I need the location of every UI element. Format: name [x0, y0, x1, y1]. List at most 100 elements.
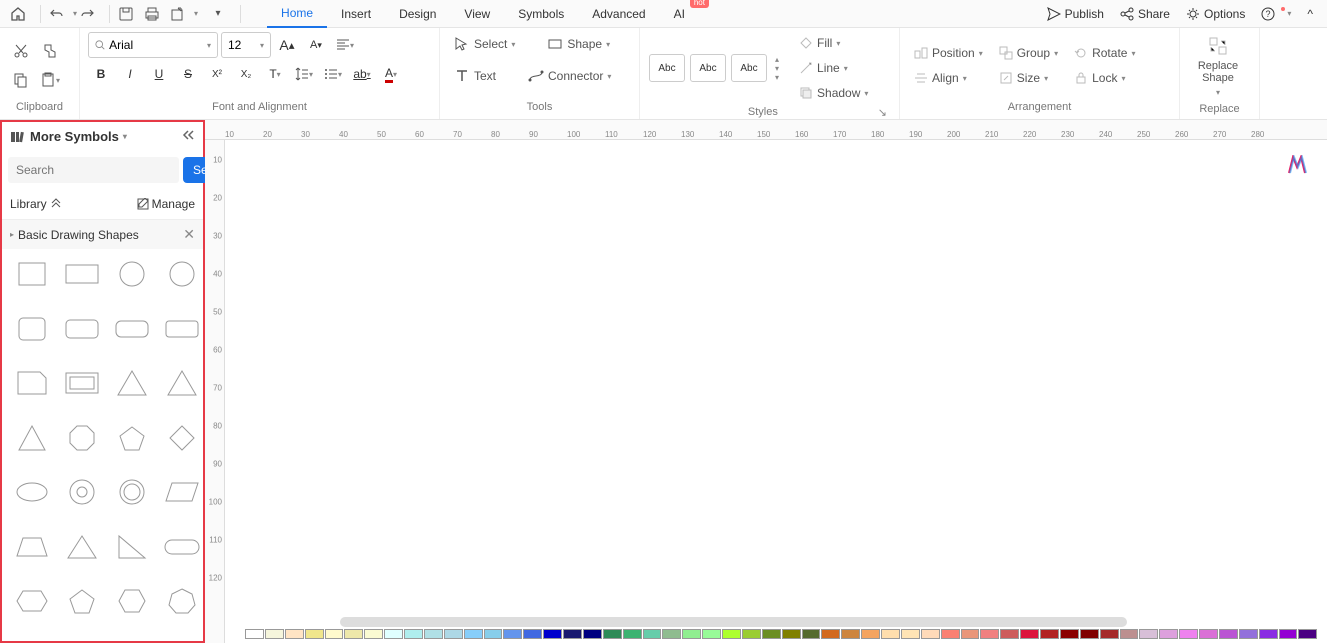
color-swatch[interactable] [881, 629, 900, 639]
bullets-icon[interactable]: ▾ [320, 61, 346, 87]
font-color-icon[interactable]: A▾ [378, 61, 404, 87]
category-close-icon[interactable]: ✕ [183, 226, 195, 243]
color-swatch[interactable] [1000, 629, 1019, 639]
rotate-button[interactable]: Rotate▾ [1068, 42, 1141, 64]
style-preset-3[interactable]: Abc [731, 54, 767, 82]
color-swatch[interactable] [1020, 629, 1039, 639]
shape-triangle[interactable] [112, 368, 152, 398]
shape-tool[interactable]: Shape▾ [541, 32, 616, 56]
color-swatch[interactable] [1199, 629, 1218, 639]
print-icon[interactable] [142, 4, 162, 24]
color-swatch[interactable] [444, 629, 463, 639]
menu-view[interactable]: View [450, 1, 504, 27]
collapse-panel-icon[interactable] [181, 128, 195, 145]
styles-launcher-icon[interactable]: ↘ [878, 106, 887, 119]
copy-icon[interactable] [8, 67, 34, 93]
color-swatch[interactable] [583, 629, 602, 639]
options-button[interactable]: Options [1180, 3, 1251, 25]
connector-tool[interactable]: Connector▾ [522, 64, 617, 88]
superscript-icon[interactable]: X² [204, 61, 230, 87]
redo-icon[interactable] [77, 4, 97, 24]
shape-snip-corner[interactable] [12, 368, 52, 398]
color-swatch[interactable] [861, 629, 880, 639]
font-size-select[interactable]: ▾ [221, 32, 271, 58]
color-swatch[interactable] [265, 629, 284, 639]
color-swatch[interactable] [1120, 629, 1139, 639]
color-swatch[interactable] [821, 629, 840, 639]
highlight-icon[interactable]: ab▾ [349, 61, 375, 87]
shape-double-circle[interactable] [112, 477, 152, 507]
text-case-icon[interactable]: T▾ [262, 61, 288, 87]
color-swatch[interactable] [1159, 629, 1178, 639]
shape-hexagon-flat[interactable] [12, 586, 52, 616]
color-swatch[interactable] [722, 629, 741, 639]
shape-octagon[interactable] [62, 423, 102, 453]
shape-right-triangle[interactable] [112, 532, 152, 562]
cut-icon[interactable] [8, 38, 34, 64]
menu-ai[interactable]: AI hot [660, 1, 699, 27]
styles-up-icon[interactable]: ▴ [775, 55, 779, 64]
color-swatch[interactable] [901, 629, 920, 639]
color-swatch[interactable] [364, 629, 383, 639]
color-swatch[interactable] [344, 629, 363, 639]
color-swatch[interactable] [603, 629, 622, 639]
line-button[interactable]: Line▾ [793, 57, 874, 79]
text-tool[interactable]: Text [448, 64, 502, 88]
color-swatch[interactable] [802, 629, 821, 639]
shape-circle[interactable] [112, 259, 152, 289]
color-swatch[interactable] [325, 629, 344, 639]
size-button[interactable]: Size▾ [993, 67, 1064, 89]
color-swatch[interactable] [1179, 629, 1198, 639]
shape-rounded-rect-3[interactable] [162, 314, 202, 344]
menu-advanced[interactable]: Advanced [578, 1, 659, 27]
color-swatch[interactable] [643, 629, 662, 639]
color-swatch[interactable] [1239, 629, 1258, 639]
more-icon[interactable]: ▾ [208, 4, 228, 24]
shape-triangle-up[interactable] [62, 532, 102, 562]
subscript-icon[interactable]: X₂ [233, 61, 259, 87]
select-tool[interactable]: Select▾ [448, 32, 521, 56]
color-swatch[interactable] [623, 629, 642, 639]
position-button[interactable]: Position▾ [908, 42, 989, 64]
menu-symbols[interactable]: Symbols [504, 1, 578, 27]
color-swatch[interactable] [404, 629, 423, 639]
export-icon[interactable] [168, 4, 188, 24]
style-preset-2[interactable]: Abc [690, 54, 726, 82]
shape-rectangle[interactable] [62, 259, 102, 289]
category-title[interactable]: Basic Drawing Shapes [18, 228, 139, 242]
group-button[interactable]: Group▾ [993, 42, 1064, 64]
color-swatch[interactable] [682, 629, 701, 639]
color-swatch[interactable] [384, 629, 403, 639]
paste-icon[interactable]: ▾ [37, 67, 63, 93]
menu-home[interactable]: Home [267, 0, 327, 28]
color-swatch[interactable] [305, 629, 324, 639]
manage-link[interactable]: Manage [137, 197, 195, 211]
color-swatch[interactable] [523, 629, 542, 639]
canvas[interactable] [225, 140, 1327, 643]
decrease-font-icon[interactable]: A▾ [303, 32, 329, 58]
shape-pentagon[interactable] [112, 423, 152, 453]
shape-donut[interactable] [62, 477, 102, 507]
color-swatch[interactable] [1298, 629, 1317, 639]
library-label[interactable]: Library [10, 197, 47, 211]
shape-rounded-square[interactable] [12, 314, 52, 344]
horizontal-scrollbar[interactable] [340, 617, 1127, 627]
strike-icon[interactable]: S [175, 61, 201, 87]
color-swatch[interactable] [484, 629, 503, 639]
color-swatch[interactable] [1279, 629, 1298, 639]
color-swatch[interactable] [1259, 629, 1278, 639]
style-preset-1[interactable]: Abc [649, 54, 685, 82]
shape-heptagon[interactable] [162, 586, 202, 616]
lock-button[interactable]: Lock▾ [1068, 67, 1141, 89]
increase-font-icon[interactable]: A▴ [274, 32, 300, 58]
shape-triangle-3[interactable] [12, 423, 52, 453]
color-swatch[interactable] [1040, 629, 1059, 639]
shape-trapezoid[interactable] [12, 532, 52, 562]
color-swatch[interactable] [563, 629, 582, 639]
color-swatch[interactable] [841, 629, 860, 639]
expand-icon[interactable]: ^ [1301, 3, 1319, 25]
font-family-select[interactable]: ▾ [88, 32, 218, 58]
color-swatch[interactable] [245, 629, 264, 639]
shape-rounded-rect[interactable] [62, 314, 102, 344]
align-button[interactable]: Align▾ [908, 67, 989, 89]
